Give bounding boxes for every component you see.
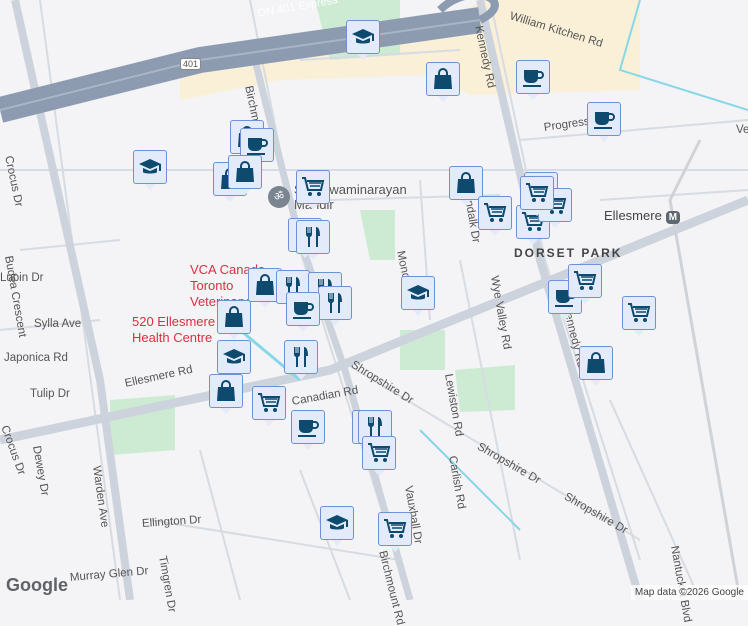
school-icon	[133, 150, 167, 184]
school-icon	[320, 506, 354, 540]
map-marker-grocery[interactable]	[378, 512, 412, 556]
map-marker-grocery[interactable]	[296, 170, 330, 214]
road-label: Japonica Rd	[4, 352, 68, 364]
cafe-icon	[587, 102, 621, 136]
grocery-icon	[296, 170, 330, 204]
map-marker-shop[interactable]	[579, 346, 613, 390]
grocery-icon	[378, 512, 412, 546]
google-logo: Google	[6, 575, 68, 595]
highway-shield: 401	[180, 58, 202, 70]
cafe-icon	[291, 410, 325, 444]
map-marker-grocery[interactable]	[568, 264, 602, 308]
map-marker-restaurant[interactable]	[284, 340, 318, 384]
school-icon	[401, 276, 435, 310]
map-marker-restaurant[interactable]	[296, 220, 330, 264]
restaurant-icon	[296, 220, 330, 254]
grocery-icon	[478, 196, 512, 230]
map-marker-cafe[interactable]	[286, 292, 320, 336]
map-marker-cafe[interactable]	[587, 102, 621, 146]
restaurant-icon	[284, 340, 318, 374]
map-marker-shop[interactable]	[217, 300, 251, 344]
grocery-icon	[362, 436, 396, 470]
map-marker-grocery[interactable]	[478, 196, 512, 240]
restaurant-icon	[318, 286, 352, 320]
road-label: Sylla Ave	[34, 318, 82, 330]
station-name: Ellesmere	[604, 208, 662, 223]
grocery-icon	[622, 296, 656, 330]
attribution[interactable]: Map data ©2026 Google	[630, 585, 748, 600]
map-marker-shop[interactable]	[426, 62, 460, 106]
grocery-icon	[520, 176, 554, 210]
map-marker-school[interactable]	[346, 20, 380, 64]
map-marker-shop[interactable]	[209, 374, 243, 418]
school-icon	[346, 20, 380, 54]
shop-icon	[217, 300, 251, 334]
map-marker-school[interactable]	[401, 276, 435, 320]
metro-icon: M	[665, 211, 681, 224]
map-marker-restaurant[interactable]	[318, 286, 352, 330]
road-label: Ve	[736, 124, 748, 136]
school-icon	[217, 340, 251, 374]
map-marker-cafe[interactable]	[291, 410, 325, 454]
cafe-icon	[286, 292, 320, 326]
map-marker-grocery[interactable]	[520, 176, 554, 220]
map-marker-grocery[interactable]	[622, 296, 656, 340]
map-marker-cafe[interactable]	[516, 60, 550, 104]
map-marker-grocery[interactable]	[252, 386, 286, 430]
road-label: Lupin Dr	[0, 272, 44, 284]
shop-icon	[579, 346, 613, 380]
shop-icon	[426, 62, 460, 96]
shop-icon	[228, 155, 262, 189]
shop-icon	[449, 166, 483, 200]
grocery-icon	[568, 264, 602, 298]
map-marker-school[interactable]	[320, 506, 354, 550]
map-marker-grocery[interactable]	[362, 436, 396, 480]
map-marker-shop[interactable]	[228, 155, 262, 199]
shop-icon	[209, 374, 243, 408]
road-label: Tulip Dr	[30, 388, 70, 400]
grocery-icon	[252, 386, 286, 420]
cafe-icon	[516, 60, 550, 94]
station-label[interactable]: Ellesmere M	[604, 208, 681, 224]
hindu-temple-icon[interactable]: ॐ	[268, 186, 290, 208]
map-marker-school[interactable]	[133, 150, 167, 194]
